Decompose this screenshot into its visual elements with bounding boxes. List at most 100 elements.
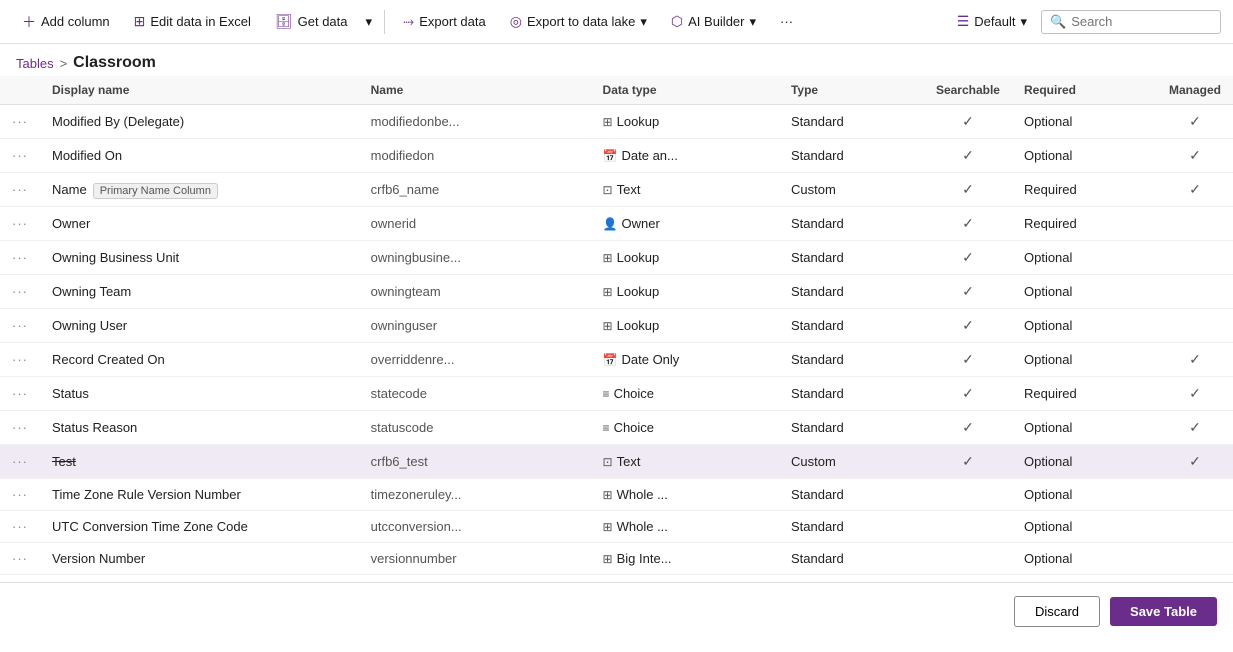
table-row[interactable]: ···Modified Onmodifiedon📅Date an...Stand… xyxy=(0,139,1233,173)
default-button[interactable]: ☰ Default ▾ xyxy=(947,8,1037,35)
row-menu-dots[interactable]: ··· xyxy=(0,207,40,241)
row-required: Optional xyxy=(1012,343,1157,377)
row-required: Required xyxy=(1012,207,1157,241)
get-data-button[interactable]: 🗄 Get data xyxy=(265,8,358,35)
col-header-datatype[interactable]: Data type xyxy=(591,76,779,105)
breadcrumb-tables-link[interactable]: Tables xyxy=(16,56,54,71)
edit-excel-button[interactable]: ⊞ Edit data in Excel xyxy=(124,8,261,35)
col-header-required[interactable]: Required xyxy=(1012,76,1157,105)
row-menu-dots[interactable]: ··· xyxy=(0,445,40,479)
toolbar: ＋ Add column ⊞ Edit data in Excel 🗄 Get … xyxy=(0,0,1233,44)
row-required: Optional xyxy=(1012,241,1157,275)
col-header-type[interactable]: Type xyxy=(779,76,924,105)
table-row[interactable]: ···Status Reasonstatuscode≡ChoiceStandar… xyxy=(0,411,1233,445)
row-logical-name: crfb6_name xyxy=(359,173,591,207)
row-searchable: ✓ xyxy=(924,445,1012,479)
row-menu-dots[interactable]: ··· xyxy=(0,173,40,207)
searchable-check: ✓ xyxy=(962,215,974,231)
table-row[interactable]: ···Record Created Onoverriddenre...📅Date… xyxy=(0,343,1233,377)
managed-check: ✓ xyxy=(1189,351,1201,367)
row-data-type: ⊞Lookup xyxy=(591,105,779,139)
row-searchable: ✓ xyxy=(924,411,1012,445)
row-display-name: Owning User xyxy=(40,309,359,343)
table-row[interactable]: ···UTC Conversion Time Zone Codeutcconve… xyxy=(0,511,1233,543)
row-data-type: ⊞Whole ... xyxy=(591,479,779,511)
row-menu-dots[interactable]: ··· xyxy=(0,511,40,543)
row-type: Standard xyxy=(779,543,924,575)
row-type: Standard xyxy=(779,377,924,411)
type-icon: ⊞ xyxy=(603,251,613,265)
primary-name-badge: Primary Name Column xyxy=(93,183,218,199)
row-required: Required xyxy=(1012,173,1157,207)
row-managed xyxy=(1157,309,1233,343)
managed-check: ✓ xyxy=(1189,181,1201,197)
row-type: Custom xyxy=(779,445,924,479)
row-searchable xyxy=(924,511,1012,543)
search-input[interactable] xyxy=(1071,14,1211,29)
row-menu-dots[interactable]: ··· xyxy=(0,377,40,411)
type-icon: ⊞ xyxy=(603,115,613,129)
row-searchable: ✓ xyxy=(924,241,1012,275)
col-header-display-name[interactable]: Display name xyxy=(40,76,359,105)
row-managed xyxy=(1157,543,1233,575)
type-icon: ≡ xyxy=(603,421,610,435)
save-table-button[interactable]: Save Table xyxy=(1110,597,1217,626)
add-column-button[interactable]: ＋ Add column xyxy=(12,7,120,37)
row-menu-dots[interactable]: ··· xyxy=(0,241,40,275)
table-row[interactable]: ···Owning Teamowningteam⊞LookupStandard✓… xyxy=(0,275,1233,309)
more-button[interactable]: ··· xyxy=(770,9,803,34)
row-managed: ✓ xyxy=(1157,105,1233,139)
col-header-name[interactable]: Name xyxy=(359,76,591,105)
get-data-dropdown[interactable]: ▾ xyxy=(362,9,377,35)
row-managed xyxy=(1157,241,1233,275)
discard-button[interactable]: Discard xyxy=(1014,596,1100,627)
row-searchable: ✓ xyxy=(924,207,1012,241)
row-menu-dots[interactable]: ··· xyxy=(0,479,40,511)
table-row[interactable]: ···Modified By (Delegate)modifiedonbe...… xyxy=(0,105,1233,139)
ai-builder-button[interactable]: ⬡ AI Builder ▾ xyxy=(661,8,766,35)
table-row[interactable]: ···Ownerownerid👤OwnerStandard✓Required xyxy=(0,207,1233,241)
row-menu-dots[interactable]: ··· xyxy=(0,543,40,575)
row-menu-dots[interactable]: ··· xyxy=(0,275,40,309)
row-menu-dots[interactable]: ··· xyxy=(0,343,40,377)
row-menu-dots[interactable]: ··· xyxy=(0,139,40,173)
search-box[interactable]: 🔍 xyxy=(1041,10,1221,34)
row-menu-dots[interactable]: ··· xyxy=(0,105,40,139)
row-data-type: 📅Date Only xyxy=(591,343,779,377)
table-row[interactable]: ···Time Zone Rule Version Numbertimezone… xyxy=(0,479,1233,511)
row-managed xyxy=(1157,275,1233,309)
type-icon: ⊡ xyxy=(603,183,613,197)
row-searchable xyxy=(924,479,1012,511)
row-display-name: Owning Team xyxy=(40,275,359,309)
row-logical-name: owningteam xyxy=(359,275,591,309)
searchable-check: ✓ xyxy=(962,317,974,333)
searchable-check: ✓ xyxy=(962,249,974,265)
table-row[interactable]: ···Version Numberversionnumber⊞Big Inte.… xyxy=(0,543,1233,575)
row-data-type: ⊞Big Inte... xyxy=(591,543,779,575)
row-required: Optional xyxy=(1012,105,1157,139)
row-menu-dots[interactable]: ··· xyxy=(0,309,40,343)
row-menu-dots[interactable]: ··· xyxy=(0,411,40,445)
table-row[interactable]: ···Owning Business Unitowningbusine...⊞L… xyxy=(0,241,1233,275)
row-searchable: ✓ xyxy=(924,105,1012,139)
col-header-searchable[interactable]: Searchable xyxy=(924,76,1012,105)
row-data-type: ⊞Lookup xyxy=(591,309,779,343)
row-required: Optional xyxy=(1012,411,1157,445)
col-header-managed[interactable]: Managed xyxy=(1157,76,1233,105)
table-row[interactable]: ···NamePrimary Name Columncrfb6_name⊡Tex… xyxy=(0,173,1233,207)
searchable-check: ✓ xyxy=(962,385,974,401)
row-display-name: Owning Business Unit xyxy=(40,241,359,275)
export-data-button[interactable]: ⤑ Export data xyxy=(393,8,496,35)
table-row[interactable]: ···Owning Userowninguser⊞LookupStandard✓… xyxy=(0,309,1233,343)
row-searchable xyxy=(924,543,1012,575)
row-display-name: Status xyxy=(40,377,359,411)
breadcrumb: Tables > Classroom xyxy=(0,44,1233,76)
row-type: Custom xyxy=(779,173,924,207)
export-lake-button[interactable]: ◎ Export to data lake ▾ xyxy=(500,8,657,35)
table-row[interactable]: ···Statusstatecode≡ChoiceStandard✓Requir… xyxy=(0,377,1233,411)
table-row[interactable]: ···Testcrfb6_test⊡TextCustom✓Optional✓ xyxy=(0,445,1233,479)
type-icon: ⊞ xyxy=(603,285,613,299)
row-data-type: 📅Date an... xyxy=(591,139,779,173)
row-type: Standard xyxy=(779,105,924,139)
row-display-name: NamePrimary Name Column xyxy=(40,173,359,207)
